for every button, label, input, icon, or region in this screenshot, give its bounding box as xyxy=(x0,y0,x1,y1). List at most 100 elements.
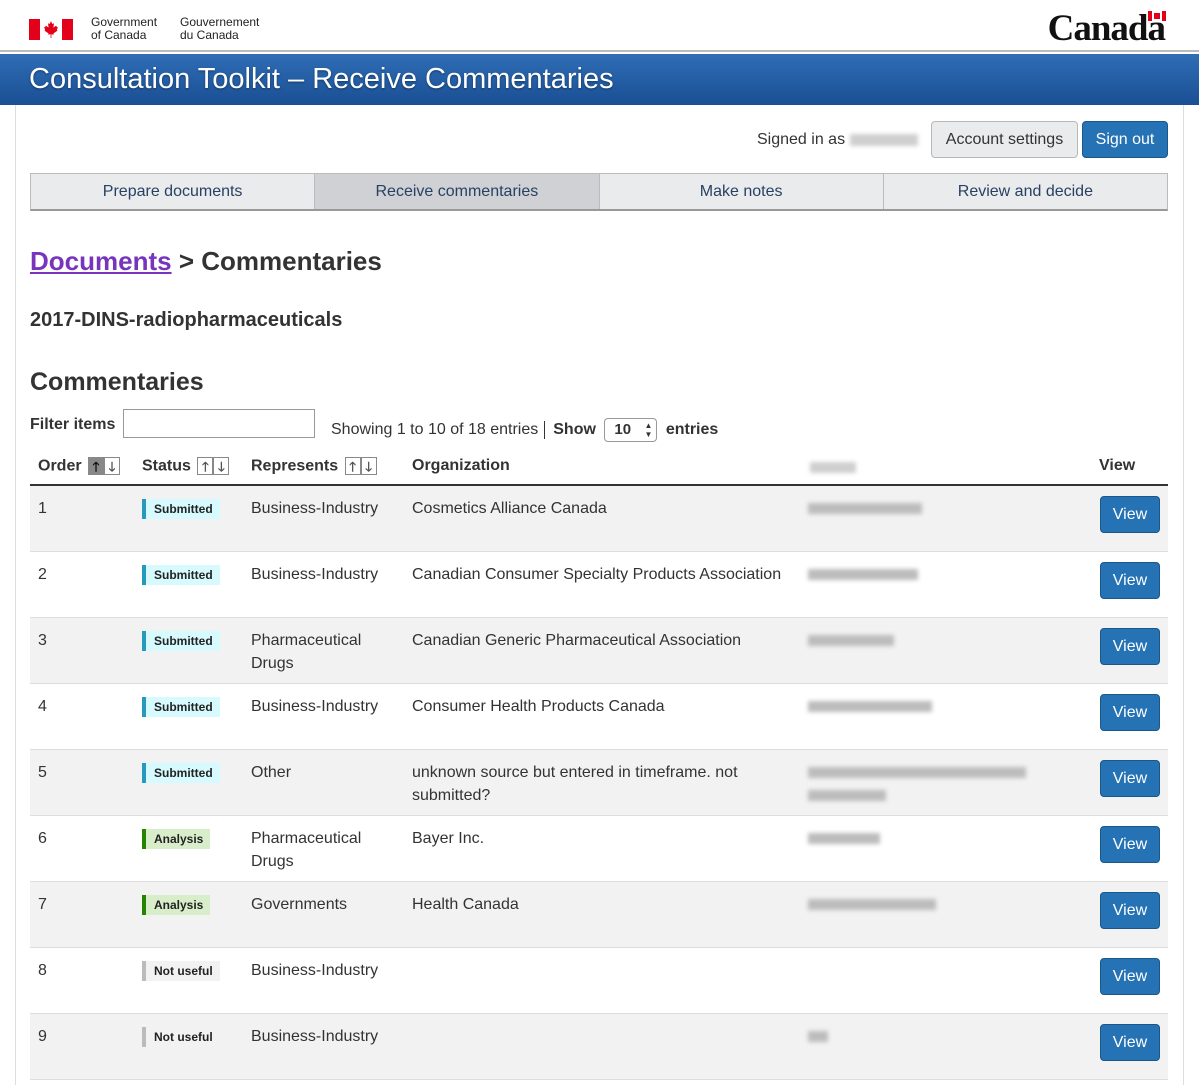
row-order: 9 xyxy=(38,1028,47,1045)
gov-fr-line2: du Canada xyxy=(180,28,239,42)
status-badge: Not useful xyxy=(142,1027,220,1047)
row-status: Submitted xyxy=(142,563,220,586)
section-title: Commentaries xyxy=(30,368,204,396)
breadcrumb-current: Commentaries xyxy=(201,246,382,276)
filter-input[interactable] xyxy=(123,409,315,438)
status-badge: Submitted xyxy=(142,697,220,717)
view-button[interactable]: View xyxy=(1100,826,1160,863)
view-button[interactable]: View xyxy=(1100,892,1160,929)
row-name-redacted xyxy=(808,497,1048,520)
page-length-value: 10 xyxy=(614,421,632,438)
row-order: 7 xyxy=(38,896,47,913)
row-name-redacted xyxy=(808,761,1048,807)
row-represents: Business-Industry xyxy=(251,500,379,517)
status-badge: Submitted xyxy=(142,763,220,783)
column-status-header[interactable]: Status 🡑 🡓 xyxy=(142,457,230,476)
row-status: Not useful xyxy=(142,1025,220,1048)
view-button[interactable]: View xyxy=(1100,760,1160,797)
view-button[interactable]: View xyxy=(1100,958,1160,995)
row-order: 8 xyxy=(38,962,47,979)
gov-en-line2: of Canada xyxy=(91,28,147,42)
row-order: 6 xyxy=(38,830,47,847)
table-row: 2 Submitted Business-Industry Canadian C… xyxy=(30,552,1168,618)
row-organization: Health Canada xyxy=(412,896,519,913)
government-name-en[interactable]: Government of Canada xyxy=(91,16,157,42)
row-name-redacted xyxy=(808,827,1048,850)
government-name-fr[interactable]: Gouvernement du Canada xyxy=(180,16,259,42)
row-name-redacted xyxy=(808,695,1048,718)
workflow-tabs: Prepare documents Receive commentaries M… xyxy=(30,173,1168,211)
row-status: Not useful xyxy=(142,959,220,982)
tab-prepare-documents[interactable]: Prepare documents xyxy=(31,174,316,209)
sort-down-icon[interactable]: 🡓 xyxy=(213,457,230,475)
status-badge: Submitted xyxy=(142,631,220,651)
tab-review-and-decide[interactable]: Review and decide xyxy=(883,174,1167,209)
government-header: Government of Canada Gouvernement du Can… xyxy=(0,0,1199,52)
sort-up-icon[interactable]: 🡑 xyxy=(197,457,214,475)
column-status-label: Status xyxy=(142,457,191,475)
row-name-redacted xyxy=(808,1025,1048,1048)
sort-up-icon[interactable]: 🡑 xyxy=(344,457,361,475)
app-title-bar: Consultation Toolkit – Receive Commentar… xyxy=(0,54,1199,105)
table-header: Order 🡑 🡓 Status 🡑 🡓 Represents 🡑 🡓 Organiz… xyxy=(30,447,1168,486)
breadcrumb-separator: > xyxy=(178,246,194,276)
table-row: 4 Submitted Business-Industry Consumer H… xyxy=(30,684,1168,750)
sort-down-icon[interactable]: 🡓 xyxy=(104,457,121,475)
sort-up-icon[interactable]: 🡑 xyxy=(88,457,105,475)
status-badge: Not useful xyxy=(142,961,220,981)
tab-make-notes[interactable]: Make notes xyxy=(599,174,884,209)
order-sort-controls[interactable]: 🡑 🡓 xyxy=(88,457,121,476)
represents-sort-controls[interactable]: 🡑 🡓 xyxy=(344,457,377,476)
column-order-label: Order xyxy=(38,457,82,475)
breadcrumb-documents-link[interactable]: Documents xyxy=(30,246,172,276)
row-order: 1 xyxy=(38,500,47,517)
table-row: 7 Analysis Governments Health Canada Vie… xyxy=(30,882,1168,948)
status-badge: Analysis xyxy=(142,895,211,915)
row-name-redacted xyxy=(808,563,1048,586)
sort-down-icon[interactable]: 🡓 xyxy=(360,457,377,475)
view-button[interactable]: View xyxy=(1100,628,1160,665)
view-button[interactable]: View xyxy=(1100,1024,1160,1061)
row-organization: Consumer Health Products Canada xyxy=(412,698,665,715)
column-represents-header[interactable]: Represents 🡑 🡓 xyxy=(251,457,377,476)
row-order: 5 xyxy=(38,764,47,781)
view-button[interactable]: View xyxy=(1100,562,1160,599)
row-name-redacted xyxy=(808,893,1048,916)
row-status: Submitted xyxy=(142,497,220,520)
status-sort-controls[interactable]: 🡑 🡓 xyxy=(197,457,230,476)
entries-label: entries xyxy=(665,421,719,439)
page-length-select[interactable]: 10 ▲ ▼ xyxy=(604,418,658,442)
row-status: Submitted xyxy=(142,695,220,718)
row-order: 3 xyxy=(38,632,47,649)
view-button[interactable]: View xyxy=(1100,694,1160,731)
column-organization-header: Organization xyxy=(412,457,510,474)
signed-in-label: Signed in as xyxy=(757,131,846,148)
account-settings-button[interactable]: Account settings xyxy=(931,121,1078,158)
row-status: Submitted xyxy=(142,761,220,784)
row-represents: Governments xyxy=(251,896,348,913)
row-organization: unknown source but entered in timeframe.… xyxy=(412,764,738,804)
row-status: Analysis xyxy=(142,893,211,916)
sign-out-button[interactable]: Sign out xyxy=(1082,121,1168,158)
column-order-header[interactable]: Order 🡑 🡓 xyxy=(38,457,121,476)
row-represents: Pharmaceutical Drugs xyxy=(251,830,362,870)
app-title: Consultation Toolkit – Receive Commentar… xyxy=(29,63,614,95)
commentaries-table: Order 🡑 🡓 Status 🡑 🡓 Represents 🡑 🡓 Organiz… xyxy=(30,447,1168,1080)
column-represents-label: Represents xyxy=(251,457,339,475)
row-organization: Canadian Consumer Specialty Products Ass… xyxy=(412,566,782,583)
row-represents: Pharmaceutical Drugs xyxy=(251,632,362,672)
row-organization: Cosmetics Alliance Canada xyxy=(412,500,607,517)
status-badge: Submitted xyxy=(142,565,220,585)
tab-receive-commentaries[interactable]: Receive commentaries xyxy=(315,174,600,209)
breadcrumb: Documents > Commentaries xyxy=(30,246,382,277)
row-status: Analysis xyxy=(142,827,211,850)
table-row: 9 Not useful Business-Industry View xyxy=(30,1014,1168,1080)
view-button[interactable]: View xyxy=(1100,496,1160,533)
row-represents: Other xyxy=(251,764,292,781)
row-organization: Canadian Generic Pharmaceutical Associat… xyxy=(412,632,742,649)
wordmark-flag-icon xyxy=(1148,11,1166,21)
row-organization: Bayer Inc. xyxy=(412,830,485,847)
filter-label: Filter items xyxy=(30,416,116,433)
info-divider xyxy=(544,421,546,439)
row-represents: Business-Industry xyxy=(251,566,379,583)
